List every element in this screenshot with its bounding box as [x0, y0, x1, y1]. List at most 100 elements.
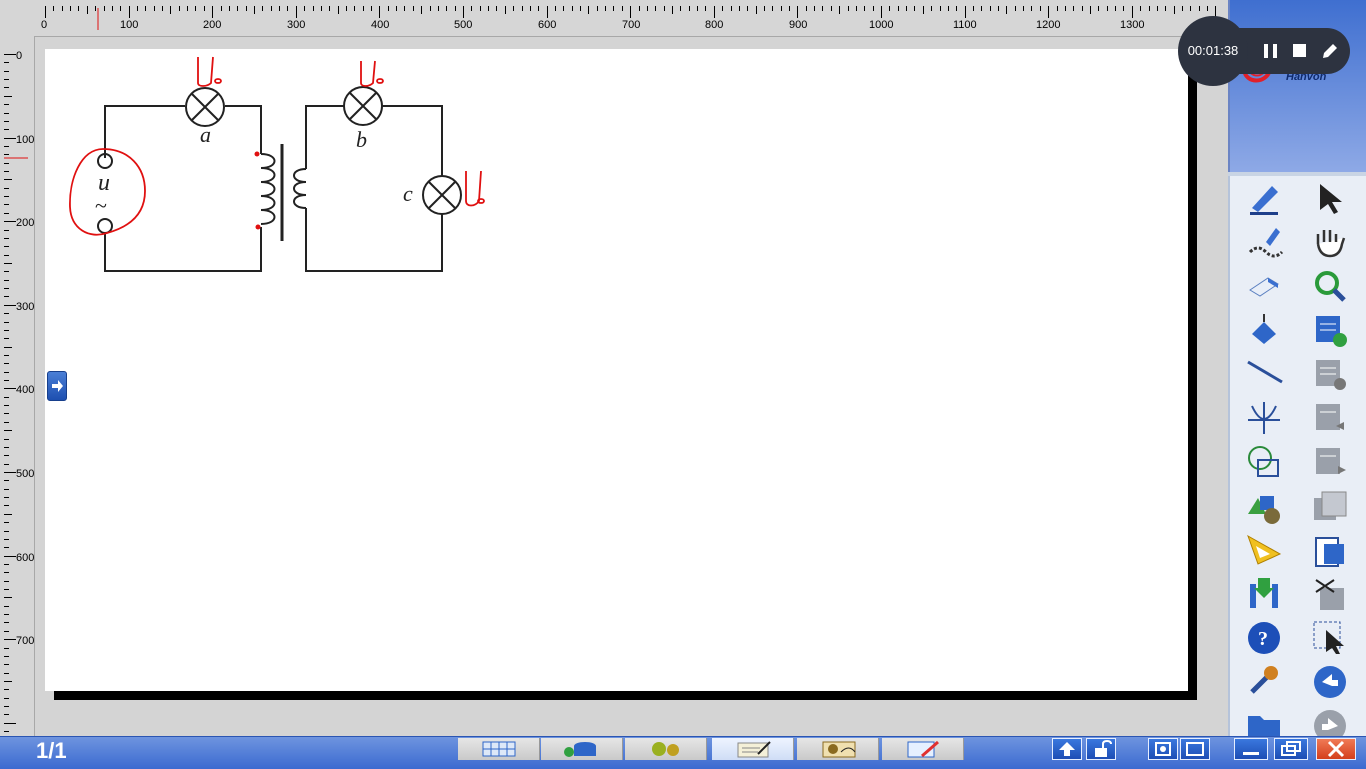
top-ruler: 0 100 200 300 400 500 600 700 800 900 10…	[0, 0, 1228, 37]
pencil-icon[interactable]	[1320, 41, 1340, 61]
cut-tool[interactable]	[1310, 574, 1350, 614]
pan-tool[interactable]	[1310, 222, 1350, 262]
arrow-up-icon	[1059, 742, 1075, 756]
edit-document-button[interactable]	[882, 738, 964, 760]
pen-icon	[1250, 186, 1278, 215]
select-tool[interactable]	[1310, 178, 1350, 218]
zoom-tool[interactable]	[1310, 266, 1350, 306]
import-tool[interactable]	[1244, 574, 1284, 614]
gears-icon	[652, 742, 679, 756]
database-icon	[564, 742, 596, 757]
window-icon	[1186, 742, 1204, 756]
help-tool[interactable]: ?	[1244, 618, 1284, 658]
notepad-pen-icon	[737, 741, 771, 758]
paste-tool[interactable]	[1310, 530, 1350, 570]
prev-page-tool[interactable]	[1310, 398, 1350, 438]
ruler-label: 1200	[1036, 19, 1061, 31]
select-arrow-icon	[1320, 184, 1342, 214]
3d-shapes-tool[interactable]	[1244, 486, 1284, 526]
shapes-tool[interactable]	[1244, 442, 1284, 482]
back-icon	[1314, 666, 1346, 698]
wire-left-top-right	[225, 105, 262, 154]
ruler-label: 100	[120, 19, 139, 31]
close-icon	[1327, 740, 1345, 758]
page-list-tool[interactable]	[1310, 486, 1350, 526]
new-page-icon	[1316, 316, 1347, 347]
desktop-button[interactable]	[1148, 738, 1178, 760]
wire-left-bottom	[104, 227, 262, 272]
whiteboard-canvas[interactable]: u ~ a b c	[45, 49, 1188, 691]
grid-icon	[482, 741, 516, 757]
ruler-label: 0	[41, 19, 48, 31]
minimize-icon	[1243, 752, 1259, 755]
wrench-icon	[1250, 666, 1278, 694]
pen-tool[interactable]	[1244, 178, 1284, 218]
ruler-label: 100	[16, 134, 35, 146]
restore-button[interactable]	[1274, 738, 1308, 760]
tool-grid: ?	[1228, 176, 1366, 742]
lamp-c	[422, 175, 462, 215]
source-ac-symbol: ~	[95, 193, 107, 218]
delete-page-tool[interactable]	[1310, 354, 1350, 394]
ruler-label: 1300	[1120, 19, 1145, 31]
ruler-label: 200	[16, 217, 35, 229]
film-reel-icon	[822, 741, 856, 758]
lamp-a-label: a	[200, 122, 211, 147]
ruler-label: 600	[538, 19, 557, 31]
axis-icon	[1248, 402, 1280, 434]
circuit-diagram: u ~ a b c	[69, 56, 485, 272]
delete-page-icon	[1316, 360, 1346, 390]
axis-tool[interactable]	[1244, 398, 1284, 438]
stop-icon[interactable]	[1290, 41, 1310, 61]
settings-tool[interactable]	[1244, 662, 1284, 702]
ruler-label: 800	[705, 19, 724, 31]
close-button[interactable]	[1316, 738, 1356, 760]
wire-right-bottom	[305, 208, 443, 272]
fill-bucket-icon	[1252, 314, 1276, 344]
eraser-tool[interactable]	[1244, 266, 1284, 306]
next-page-icon	[1316, 448, 1346, 474]
settings-gears-button[interactable]	[625, 738, 707, 760]
lamp-b	[343, 86, 383, 126]
next-page-tool[interactable]	[1310, 442, 1350, 482]
unlock-icon	[1095, 739, 1112, 757]
secondary-coil	[293, 168, 307, 209]
desktop-icon	[1155, 742, 1171, 756]
unlock-button[interactable]	[1086, 738, 1116, 760]
lamp-b-label: b	[356, 127, 367, 152]
handwritten-dot-bottom	[255, 224, 261, 230]
notes-button[interactable]	[712, 738, 794, 760]
ruler-triangle-tool[interactable]	[1244, 530, 1284, 570]
magic-pen-tool[interactable]	[1244, 222, 1284, 262]
line-icon	[1247, 360, 1283, 384]
new-page-tool[interactable]	[1310, 310, 1350, 350]
ruler-label: 200	[203, 19, 222, 31]
page-list-icon	[1314, 491, 1347, 520]
back-tool[interactable]	[1310, 662, 1350, 702]
clipboard-icon	[1315, 537, 1344, 567]
3d-shapes-icon	[1248, 496, 1280, 524]
line-tool[interactable]	[1244, 354, 1284, 394]
area-select-tool[interactable]	[1310, 618, 1350, 658]
handwritten-sub-c	[477, 198, 485, 204]
fill-tool[interactable]	[1244, 310, 1284, 350]
grid-background-button[interactable]	[458, 738, 540, 760]
expand-page-button[interactable]	[47, 371, 67, 401]
ruler-label: 500	[16, 468, 35, 480]
minimize-button[interactable]	[1234, 738, 1268, 760]
ruler-label: 600	[16, 552, 35, 564]
area-select-icon	[1313, 621, 1344, 654]
window-button[interactable]	[1180, 738, 1210, 760]
lamp-c-label: c	[403, 181, 413, 206]
ruler-label: 400	[16, 384, 35, 396]
media-button[interactable]	[797, 738, 879, 760]
eraser-icon	[1249, 277, 1279, 297]
handwritten-sub-a	[214, 78, 222, 84]
hand-icon	[1316, 230, 1346, 258]
upload-button[interactable]	[1052, 738, 1082, 760]
handwritten-dot-top	[254, 151, 260, 157]
left-ruler: 0 100 200 300 400 500 600 700	[0, 36, 35, 736]
magnifier-icon	[1315, 271, 1346, 302]
pause-icon[interactable]	[1261, 41, 1281, 61]
resource-library-button[interactable]	[541, 738, 623, 760]
